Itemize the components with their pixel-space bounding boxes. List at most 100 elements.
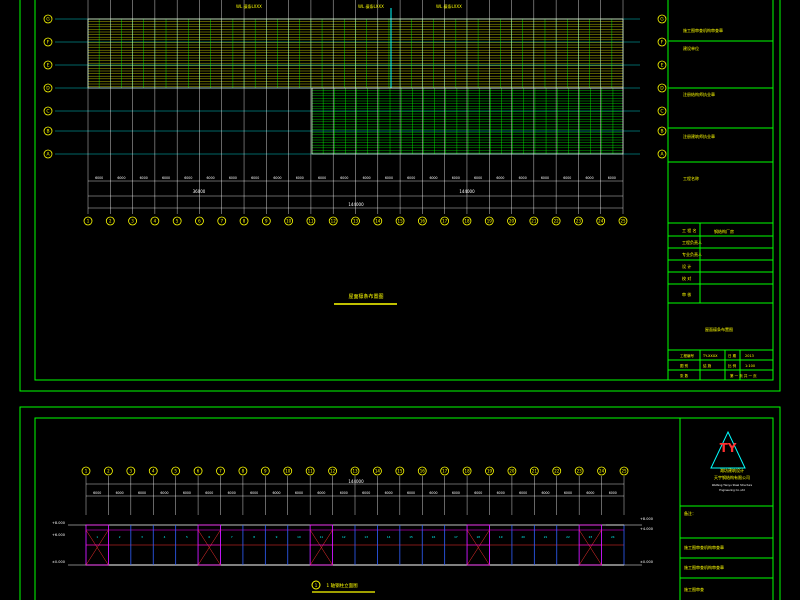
- girt-label: 22: [566, 535, 570, 539]
- plan-column-label: 17: [442, 219, 448, 224]
- elevation-column-label: 5: [174, 469, 177, 474]
- elevation-column-label: 23: [577, 469, 583, 474]
- plan-column-label: 13: [353, 219, 359, 224]
- elevation-column-label: 24: [599, 469, 605, 474]
- plan-column-label: 10: [286, 219, 292, 224]
- sheet-2: TY 潍坊建筑设计 天宇钢结构有限公司 Weifang Tianyu Steel…: [19, 406, 781, 600]
- dimension-value: 6000: [363, 176, 371, 180]
- plan-column-label: 2: [109, 219, 112, 224]
- girt-label: 17: [454, 535, 458, 539]
- tb-footer: 工程编号: [680, 353, 694, 358]
- tb-footer: 日 期: [728, 353, 737, 358]
- sheet1-inner-border: [34, 0, 774, 381]
- plan-column-label: 24: [598, 219, 604, 224]
- tb-sign-row: 审 核: [682, 291, 691, 297]
- title-block-text: 注册建筑师执业章: [683, 133, 715, 139]
- tb-footer: 2013: [745, 354, 754, 358]
- level-mark: ±0.000: [640, 560, 653, 564]
- dimension-value: 6000: [474, 176, 482, 180]
- girt-label: 1: [96, 535, 98, 539]
- dimension-value: 6000: [407, 176, 415, 180]
- purlin-plan: G GF FE ED DC CB BA A 1 2 3 4 5 6 7 8 9 10 11 12 13 14 15 16 17…: [43, 0, 667, 305]
- plan-column-label: 16: [420, 219, 426, 224]
- dim-total-b: 144000: [459, 189, 475, 194]
- dimension-value: 6000: [296, 176, 304, 180]
- elevation-column-label: 3: [130, 469, 133, 474]
- dimension-value: 6000: [229, 176, 237, 180]
- tb-sign-row: 工 程 名: [682, 227, 697, 233]
- dimension-value: 6000: [340, 491, 348, 495]
- sheet2-title-block: TY 潍坊建筑设计 天宇钢结构有限公司 Weifang Tianyu Steel…: [679, 418, 773, 600]
- dimension-value: 6000: [564, 491, 572, 495]
- title-block-text: 施工图审查机构审查章: [683, 27, 723, 33]
- plan-axis-label: D: [46, 86, 50, 92]
- dimension-value: 6000: [138, 491, 146, 495]
- logo-mark: TY: [720, 441, 737, 455]
- dimension-value: 6000: [541, 176, 549, 180]
- dimension-value: 6000: [273, 176, 281, 180]
- plan-column-label: 8: [243, 219, 246, 224]
- elevation-column-label: 18: [465, 469, 471, 474]
- plan-column-label: 25: [620, 219, 626, 224]
- plan-axis-label: F: [47, 40, 50, 46]
- girt-label: 5: [186, 535, 188, 539]
- dimension-value: 6000: [162, 176, 170, 180]
- girt-label: 23: [589, 535, 593, 539]
- tb-sign-row: 校 对: [682, 275, 691, 281]
- logo-company-en: Weifang Tianyu Steel Structure: [712, 483, 753, 487]
- plan-axis-label: B: [660, 129, 663, 135]
- dimension-value: 6000: [207, 176, 215, 180]
- plan-axis-label: D: [660, 86, 664, 92]
- plan-column-label: 9: [265, 219, 268, 224]
- dimension-value: 6000: [407, 491, 415, 495]
- plan-column-label: 4: [154, 219, 157, 224]
- dimension-value: 6000: [429, 491, 437, 495]
- elevation-column-label: 25: [621, 469, 627, 474]
- girt-label: 8: [253, 535, 255, 539]
- elevation-column-label: 16: [420, 469, 426, 474]
- dimension-value: 6000: [160, 491, 168, 495]
- girt-label: 12: [342, 535, 346, 539]
- elevation-column-label: 19: [487, 469, 493, 474]
- elevation-column-label: 15: [397, 469, 403, 474]
- level-mark: ±0.000: [52, 560, 65, 564]
- elevation-column-label: 6: [197, 469, 200, 474]
- dimension-value: 6000: [250, 491, 258, 495]
- plan-axis-label: G: [660, 17, 664, 23]
- elevation-grid-columns: 1 6000 2 6000 3 6000 4 6000 5 6000 6 6000 7 6000 8 6000…: [81, 466, 629, 515]
- elevation-column-label: 12: [330, 469, 336, 474]
- level-mark: +4.000: [640, 527, 653, 531]
- tb-footer: 图 别: [680, 363, 689, 368]
- girt-label: 10: [297, 535, 301, 539]
- tb-footer: 比 例: [728, 363, 737, 368]
- plan-axis-label: E: [47, 63, 50, 69]
- dimension-value: 6000: [272, 491, 280, 495]
- plan-column-label: 21: [531, 219, 537, 224]
- plan-note: WL 檩条LXXX: [436, 3, 462, 9]
- dimension-value: 6000: [116, 491, 124, 495]
- plan-column-label: 11: [308, 219, 314, 224]
- title-block-text: 建设单位: [683, 45, 699, 51]
- dim-total-overall: 144000: [348, 202, 364, 207]
- plan-axis-label: F: [661, 40, 664, 46]
- elevation-title: 1 轴钢柱立面图: [326, 582, 358, 589]
- plan-axis-label: A: [46, 152, 50, 158]
- title-block-text: 注册结构师执业章: [683, 91, 715, 97]
- girt-label: 9: [276, 535, 278, 539]
- dimension-value: 6000: [362, 491, 370, 495]
- girt-label: 3: [141, 535, 143, 539]
- plan-column-label: 1: [87, 219, 90, 224]
- plan-column-label: 22: [554, 219, 560, 224]
- plan-column-label: 5: [176, 219, 179, 224]
- cad-drawing-canvas[interactable]: 施工图审查机构审查章 建设单位 注册结构师执业章 注册建筑师执业章 工程名称 工…: [0, 0, 800, 600]
- girt-label: 21: [544, 535, 548, 539]
- girt-label: 15: [409, 535, 413, 539]
- dimension-value: 6000: [586, 176, 594, 180]
- plan-column-label: 19: [487, 219, 493, 224]
- tb-project-value: 钢结构厂房: [714, 228, 734, 234]
- plan-axis-label: E: [661, 63, 664, 69]
- dimension-value: 6000: [452, 491, 460, 495]
- dimension-value: 6000: [385, 491, 393, 495]
- tb-footer: TY-XXXX: [702, 354, 718, 358]
- sheet-1: 施工图审查机构审查章 建设单位 注册结构师执业章 注册建筑师执业章 工程名称 工…: [19, 0, 781, 392]
